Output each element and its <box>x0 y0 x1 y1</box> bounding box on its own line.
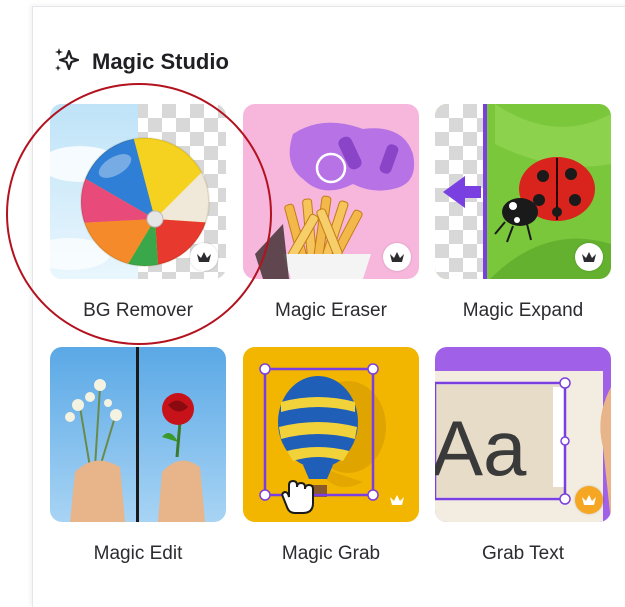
tool-card-grab-text[interactable]: Aa <box>435 347 611 522</box>
tool-label: Magic Expand <box>462 300 584 321</box>
tool-card-magic-edit[interactable] <box>50 347 226 522</box>
tool-label: Grab Text <box>481 543 565 564</box>
premium-crown-icon <box>383 243 411 271</box>
magic-edit-thumbnail <box>50 347 226 522</box>
tool-label: Magic Grab <box>281 543 381 564</box>
premium-crown-icon <box>575 486 603 514</box>
grab-text-sample: Aa <box>435 404 527 492</box>
premium-crown-icon <box>575 243 603 271</box>
tool-label: BG Remover <box>83 300 193 321</box>
tool-label: Magic Edit <box>93 543 183 564</box>
premium-crown-icon <box>383 486 411 514</box>
tool-card-magic-eraser[interactable] <box>243 104 419 279</box>
tool-card-magic-grab[interactable] <box>243 347 419 522</box>
tool-label: Magic Eraser <box>275 300 387 321</box>
section-title: Magic Studio <box>92 49 229 74</box>
tool-card-bg-remover[interactable] <box>50 104 226 279</box>
sparkles-icon <box>52 45 82 80</box>
section-header: Magic Studio <box>52 44 229 80</box>
premium-crown-icon <box>190 243 218 271</box>
tool-card-magic-expand[interactable] <box>435 104 611 279</box>
